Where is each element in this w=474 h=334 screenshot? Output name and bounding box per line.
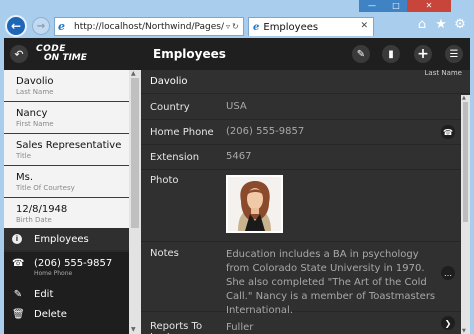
sidebar-item-title[interactable]: Sales Representative Title <box>4 134 129 166</box>
pencil-icon: ✎ <box>356 48 366 60</box>
field-label: Country <box>150 101 190 113</box>
ie-icon: e <box>58 19 65 33</box>
trash-icon: ▮ <box>388 48 394 60</box>
window-controls: — □ ✕ <box>359 0 451 12</box>
main-header: Employees ✎ ▮ + ☰ <box>141 38 470 70</box>
field-value[interactable]: (206) 555-9857 <box>226 125 304 139</box>
field-extension: Extension 5467 <box>141 145 461 170</box>
home-icon[interactable]: ⌂ <box>414 17 430 32</box>
sidebar: ↶ CODE ON TIME Davolio Last Name Nancy F… <box>4 38 141 334</box>
tab-employees[interactable]: e Employees ✕ <box>248 17 374 36</box>
refresh-icon[interactable]: ↻ <box>232 22 239 31</box>
url-text[interactable]: http://localhost/Northwind/Pages/E <box>74 22 224 32</box>
summary-list: Davolio Last Name Nancy First Name Sales… <box>4 70 129 230</box>
ie-tab-icon: e <box>253 21 260 33</box>
item-value: Sales Representative <box>16 140 122 151</box>
address-bar[interactable]: e http://localhost/Northwind/Pages/E ▿ ↻ <box>54 17 244 36</box>
code-on-time-logo: CODE ON TIME <box>36 44 87 63</box>
maximize-button[interactable]: □ <box>385 0 407 12</box>
call-home-phone-action[interactable]: ☎ (206) 555-9857 Home Phone <box>4 258 129 278</box>
main-panel: Employees ✎ ▮ + ☰ Davolio Last Name Coun… <box>141 38 470 334</box>
field-notes: Notes Education includes a BA in psychol… <box>141 242 461 316</box>
sidebar-header: ↶ CODE ON TIME <box>4 38 141 70</box>
browser-forward-button[interactable]: → <box>32 17 50 35</box>
delete-button[interactable]: ▮ <box>382 45 400 63</box>
item-label: Birth Date <box>16 216 52 224</box>
main-scrollbar[interactable]: ▲ ▼ <box>461 95 470 334</box>
item-label: First Name <box>16 120 54 128</box>
record-title-bar: Davolio Last Name <box>141 69 470 94</box>
pencil-icon: ✎ <box>13 289 23 300</box>
portrait-image <box>228 177 281 231</box>
sidebar-actions: ☎ (206) 555-9857 Home Phone ✎ Edit 🗑 Del… <box>4 252 129 334</box>
item-value: Ms. <box>16 172 34 183</box>
delete-action[interactable]: 🗑 Delete <box>4 309 129 321</box>
search-dropdown-icon[interactable]: ▿ <box>226 22 230 31</box>
employee-photo[interactable] <box>226 175 283 233</box>
field-label: Photo <box>150 175 179 186</box>
field-value[interactable]: USA <box>226 100 247 114</box>
edit-button[interactable]: ✎ <box>352 45 370 63</box>
plus-icon: + <box>417 46 429 62</box>
minimize-button[interactable]: — <box>359 0 385 12</box>
item-value: 12/8/1948 <box>16 204 68 215</box>
item-value: Davolio <box>16 76 54 87</box>
sidebar-item-last-name[interactable]: Davolio Last Name <box>4 70 129 102</box>
action-label: Home Phone <box>34 270 73 277</box>
phone-icon[interactable]: ☎ <box>441 125 455 139</box>
chevron-right-icon[interactable]: ❯ <box>441 316 455 330</box>
star-icon[interactable]: ★ <box>433 17 449 32</box>
scroll-down-icon[interactable]: ▼ <box>462 328 466 334</box>
back-button[interactable]: ↶ <box>10 45 28 63</box>
item-value: Nancy <box>16 108 48 119</box>
item-label: Title Of Courtesy <box>16 184 75 192</box>
field-value[interactable]: 5467 <box>226 150 251 164</box>
field-photo: Photo <box>141 170 461 242</box>
more-icon[interactable]: … <box>441 266 455 280</box>
menu-button[interactable]: ☰ <box>445 45 463 63</box>
item-label: Title <box>16 152 32 160</box>
sidebar-item-label: Employees <box>34 233 89 245</box>
tab-title: Employees <box>263 21 319 33</box>
field-home-phone: Home Phone (206) 555-9857 ☎ <box>141 120 461 145</box>
field-label: Home Phone <box>150 126 214 138</box>
scroll-up-icon[interactable]: ▲ <box>462 95 466 101</box>
add-button[interactable]: + <box>414 45 432 63</box>
field-country: Country USA <box>141 95 461 120</box>
sidebar-item-employees[interactable]: i Employees <box>4 228 129 250</box>
phone-icon: ☎ <box>12 258 25 269</box>
sidebar-item-birth-date[interactable]: 12/8/1948 Birth Date <box>4 198 129 230</box>
field-label: Extension <box>150 151 200 163</box>
sidebar-item-first-name[interactable]: Nancy First Name <box>4 102 129 134</box>
gear-icon[interactable]: ⚙ <box>452 17 468 32</box>
item-label: Last Name <box>16 88 54 96</box>
sort-label: Last Name <box>424 69 462 77</box>
field-value[interactable]: Fuller <box>226 321 253 334</box>
action-value: (206) 555-9857 <box>34 258 113 269</box>
scroll-up-icon[interactable]: ▲ <box>131 70 136 77</box>
menu-icon: ☰ <box>449 48 459 60</box>
scroll-down-icon[interactable]: ▼ <box>131 326 136 333</box>
browser-back-button[interactable]: ← <box>5 15 27 37</box>
sidebar-item-title-of-courtesy[interactable]: Ms. Title Of Courtesy <box>4 166 129 198</box>
app-area: ↶ CODE ON TIME Davolio Last Name Nancy F… <box>4 38 470 334</box>
scrollbar-thumb[interactable] <box>463 102 468 222</box>
field-reports-to: Reports To Last Fuller ❯ <box>141 312 461 334</box>
sidebar-scrollbar[interactable]: ▲ ▼ <box>129 70 141 334</box>
page-title: Employees <box>153 47 226 61</box>
scrollbar-thumb[interactable] <box>131 78 139 228</box>
tab-close-icon[interactable]: ✕ <box>360 21 368 31</box>
record-title: Davolio <box>150 76 188 87</box>
field-label: Reports To Last <box>150 321 203 334</box>
action-label: Edit <box>34 289 54 300</box>
form-fields: Country USA Home Phone (206) 555-9857 ☎ … <box>141 95 461 334</box>
action-label: Delete <box>34 309 67 320</box>
edit-action[interactable]: ✎ Edit <box>4 289 129 301</box>
trash-icon: 🗑 <box>12 309 25 320</box>
info-icon: i <box>12 234 22 244</box>
field-label: Notes <box>150 248 179 259</box>
field-value[interactable]: Education includes a BA in psychology fr… <box>226 248 436 316</box>
close-window-button[interactable]: ✕ <box>407 0 451 12</box>
